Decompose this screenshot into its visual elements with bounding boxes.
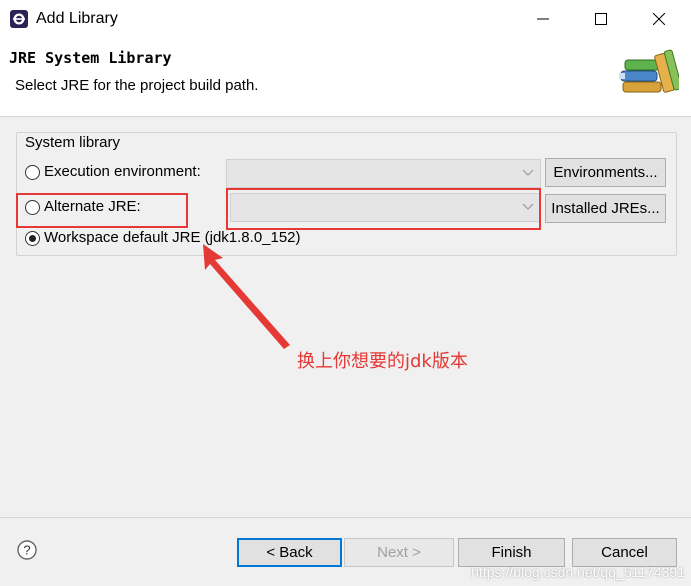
maximize-button[interactable]	[574, 0, 628, 38]
svg-text:?: ?	[23, 543, 30, 558]
annotation-arrow-icon	[203, 244, 290, 349]
chevron-down-icon	[522, 169, 534, 176]
wizard-header: JRE System Library Select JRE for the pr…	[0, 38, 691, 117]
annotation-highlight-combo	[226, 188, 541, 230]
installed-jres-button[interactable]: Installed JREs...	[545, 194, 666, 223]
annotation-text: 换上你想要的jdk版本	[297, 351, 468, 372]
close-button[interactable]	[632, 0, 686, 38]
execution-environment-combo[interactable]	[226, 159, 541, 188]
wizard-body: System library Execution environment: En…	[0, 117, 691, 586]
finish-button[interactable]: Finish	[458, 538, 565, 567]
eclipse-app-icon	[10, 10, 28, 28]
watermark: https://blog.csdn.net/qq_51174391	[471, 564, 685, 580]
library-books-icon	[619, 49, 679, 93]
cancel-button[interactable]: Cancel	[572, 538, 677, 567]
execution-environment-radio[interactable]	[25, 165, 40, 180]
next-button[interactable]: Next >	[344, 538, 454, 567]
back-button[interactable]: < Back	[237, 538, 342, 567]
execution-environment-label: Execution environment:	[44, 163, 201, 180]
page-title: JRE System Library	[9, 49, 172, 67]
minimize-button[interactable]	[516, 0, 570, 38]
window-title: Add Library	[36, 10, 118, 27]
title-bar: Add Library	[0, 0, 691, 38]
workspace-default-radio[interactable]	[25, 231, 40, 246]
minimize-icon	[537, 18, 549, 20]
page-subtitle: Select JRE for the project build path.	[15, 77, 259, 94]
footer-divider	[0, 517, 691, 518]
environments-button[interactable]: Environments...	[545, 158, 666, 187]
help-icon[interactable]: ?	[17, 540, 37, 560]
group-label: System library	[25, 134, 121, 151]
close-icon	[653, 13, 665, 25]
maximize-icon	[595, 13, 607, 25]
annotation-highlight-radio	[16, 193, 188, 228]
